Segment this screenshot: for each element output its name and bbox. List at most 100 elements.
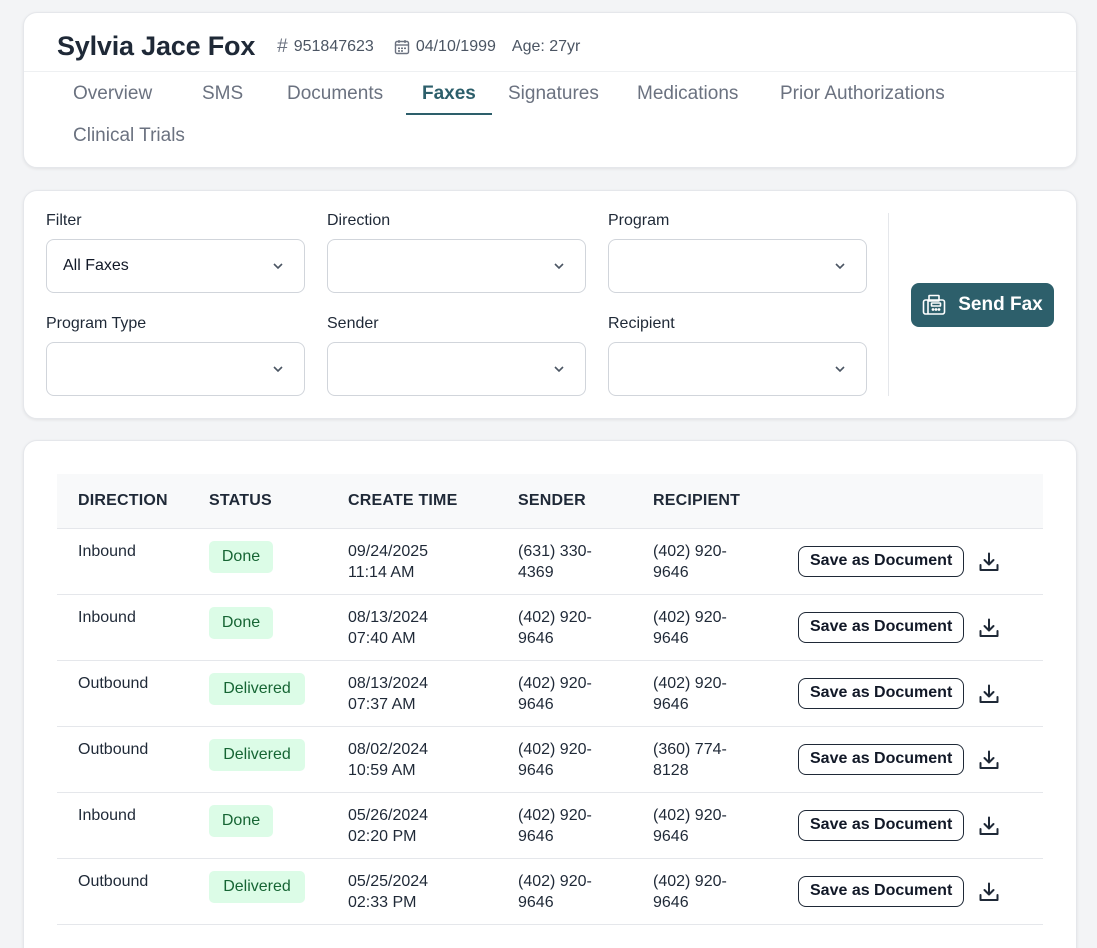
- patient-header-card: Sylvia Jace Fox # 951847623 04/10/1999 A…: [23, 12, 1077, 168]
- create-date: 05/26/2024: [348, 806, 429, 824]
- save-as-document-button[interactable]: Save as Document: [798, 743, 965, 775]
- tab-faxes[interactable]: Faxes: [406, 73, 492, 115]
- tab-medications[interactable]: Medications: [621, 73, 754, 115]
- chevron-down-icon: [273, 366, 283, 373]
- sender-number-line1: (402) 920-: [518, 806, 592, 824]
- recipient-number-line1: (402) 920-: [653, 872, 727, 890]
- download-icon[interactable]: [978, 749, 1000, 771]
- status-badge: Done: [209, 606, 273, 639]
- tab-signatures[interactable]: Signatures: [492, 73, 615, 115]
- cell-direction: Inbound: [57, 792, 188, 859]
- cell-actions: Save as Document: [777, 528, 968, 595]
- create-date: 09/24/2025: [348, 542, 429, 560]
- table-row[interactable]: Inbound Done 05/26/2024 02:20 PM (402) 9…: [57, 792, 1043, 859]
- table-row[interactable]: Outbound Delivered 08/02/2024 10:59 AM (…: [57, 726, 1043, 793]
- tab-prior-authorizations[interactable]: Prior Authorizations: [764, 73, 961, 115]
- sender-number-line2: 9646: [518, 630, 554, 647]
- cell-download: [968, 792, 1043, 859]
- cell-create-time: 08/13/2024 07:40 AM: [327, 594, 497, 661]
- recipient-number-line2: 9646: [653, 630, 689, 647]
- fax-table-card: DIRECTION STATUS CREATE TIME SENDER RECI…: [23, 440, 1077, 948]
- header-recipient: RECIPIENT: [632, 474, 777, 529]
- tab-overview[interactable]: Overview: [57, 73, 168, 115]
- create-date: 08/13/2024: [348, 608, 429, 626]
- cell-actions: Save as Document: [777, 858, 968, 925]
- chevron-down-icon: [835, 263, 845, 270]
- table-header-row: DIRECTION STATUS CREATE TIME SENDER RECI…: [57, 474, 1043, 529]
- program-select[interactable]: [608, 239, 867, 293]
- sender-number-line2: 9646: [518, 696, 554, 713]
- save-as-document-button[interactable]: Save as Document: [798, 611, 965, 643]
- cell-sender: (402) 920- 9646: [497, 594, 632, 661]
- direction-select[interactable]: [327, 239, 586, 293]
- create-time: 07:40 AM: [348, 630, 416, 647]
- cell-create-time: 08/02/2024 10:59 AM: [327, 726, 497, 793]
- patient-dob: 04/10/1999: [415, 38, 496, 55]
- table-row[interactable]: Outbound Delivered 08/13/2024 07:37 AM (…: [57, 660, 1043, 727]
- program-type-select[interactable]: [46, 342, 305, 396]
- cell-create-time: 09/24/2025 11:14 AM: [327, 528, 497, 595]
- create-time: 11:14 AM: [348, 564, 415, 581]
- fax-icon: [922, 294, 946, 315]
- recipient-number-line1: (402) 920-: [653, 806, 727, 824]
- cell-create-time: 05/26/2024 02:20 PM: [327, 792, 497, 859]
- table-row[interactable]: Inbound Done 09/24/2025 11:14 AM (631) 3…: [57, 528, 1043, 595]
- save-as-document-button[interactable]: Save as Document: [798, 677, 965, 709]
- create-time: 02:20 PM: [348, 828, 417, 845]
- cell-recipient: (402) 920- 9646: [632, 792, 777, 859]
- download-icon[interactable]: [978, 683, 1000, 705]
- download-icon[interactable]: [978, 617, 1000, 639]
- recipient-number-line2: 8128: [653, 762, 689, 779]
- sender-number-line1: (402) 920-: [518, 872, 592, 890]
- create-time: 10:59 AM: [348, 762, 416, 779]
- send-fax-button[interactable]: Send Fax: [911, 283, 1054, 327]
- recipient-number-line2: 9646: [653, 564, 689, 581]
- download-icon[interactable]: [978, 815, 1000, 837]
- cell-status: Delivered: [188, 858, 327, 925]
- filter-select-value: All Faxes: [63, 257, 129, 274]
- download-icon[interactable]: [978, 881, 1000, 903]
- save-as-document-button[interactable]: Save as Document: [798, 545, 965, 577]
- recipient-select[interactable]: [608, 342, 867, 396]
- cell-actions: Save as Document: [777, 594, 968, 661]
- table-row[interactable]: Inbound Done 08/13/2024 07:40 AM (402) 9…: [57, 594, 1043, 661]
- patient-meta: # 951847623 04/10/1999 Age: 27yr: [277, 36, 580, 58]
- status-badge: Done: [209, 804, 273, 837]
- chevron-down-icon: [835, 366, 845, 373]
- chevron-down-icon: [554, 263, 564, 270]
- create-date: 05/25/2024: [348, 872, 429, 890]
- sender-number-line2: 9646: [518, 828, 554, 845]
- sender-number-line1: (402) 920-: [518, 608, 592, 626]
- cell-recipient: (402) 920- 9646: [632, 594, 777, 661]
- chevron-down-icon: [273, 263, 283, 270]
- sender-number-line1: (402) 920-: [518, 674, 592, 692]
- filter-divider: [888, 213, 889, 396]
- patient-age: Age: 27yr: [511, 38, 581, 55]
- sender-number-line1: (631) 330-: [518, 542, 592, 560]
- cell-sender: (402) 920- 9646: [497, 726, 632, 793]
- recipient-number-line1: (360) 774-: [653, 740, 727, 758]
- tab-documents[interactable]: Documents: [271, 73, 399, 115]
- tab-clinical-trials[interactable]: Clinical Trials: [57, 115, 201, 157]
- cell-direction: Outbound: [57, 858, 188, 925]
- filter-select[interactable]: All Faxes: [46, 239, 305, 293]
- cell-direction: Outbound: [57, 726, 188, 793]
- cell-status: Done: [188, 594, 327, 661]
- tab-sms[interactable]: SMS: [186, 73, 259, 115]
- save-as-document-button[interactable]: Save as Document: [798, 809, 965, 841]
- cell-sender: (402) 920- 9646: [497, 660, 632, 727]
- sender-label: Sender: [327, 315, 379, 332]
- cell-actions: Save as Document: [777, 660, 968, 727]
- patient-name: Sylvia Jace Fox: [57, 31, 256, 61]
- program-type-label: Program Type: [46, 315, 147, 332]
- recipient-number-line1: (402) 920-: [653, 608, 727, 626]
- save-as-document-button[interactable]: Save as Document: [798, 875, 965, 907]
- header-divider: [24, 71, 1076, 72]
- cell-create-time: 05/25/2024 02:33 PM: [327, 858, 497, 925]
- download-icon[interactable]: [978, 551, 1000, 573]
- cell-status: Done: [188, 528, 327, 595]
- create-date: 08/13/2024: [348, 674, 429, 692]
- sender-select[interactable]: [327, 342, 586, 396]
- cell-status: Done: [188, 792, 327, 859]
- table-row[interactable]: Outbound Delivered 05/25/2024 02:33 PM (…: [57, 858, 1043, 925]
